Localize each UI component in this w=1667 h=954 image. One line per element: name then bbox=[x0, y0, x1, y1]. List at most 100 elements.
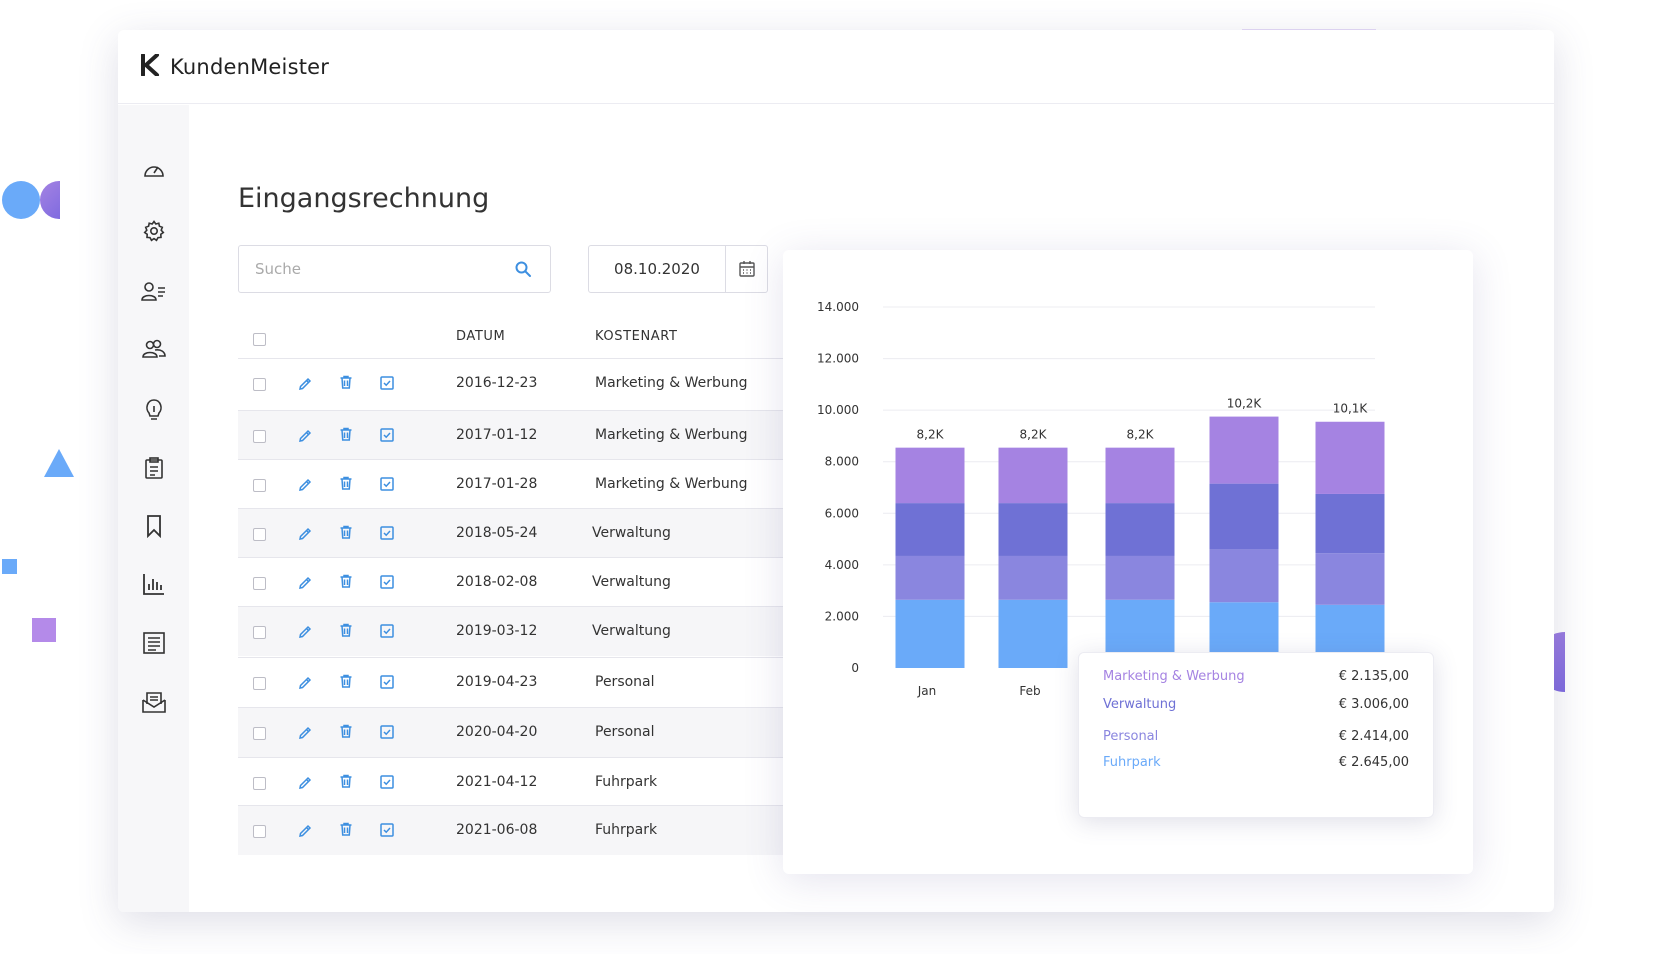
trash-icon[interactable] bbox=[338, 573, 354, 589]
edit-icon[interactable] bbox=[297, 725, 313, 741]
tooltip-series-value: € 3.006,00 bbox=[1338, 697, 1409, 712]
row-checkbox[interactable] bbox=[253, 577, 266, 590]
approve-checkbox-icon[interactable] bbox=[379, 774, 395, 790]
bar-segment-verwaltung[interactable] bbox=[1105, 503, 1175, 556]
approve-checkbox-icon[interactable] bbox=[379, 427, 395, 443]
edit-icon[interactable] bbox=[297, 575, 313, 591]
approve-checkbox-icon[interactable] bbox=[379, 574, 395, 590]
cell-date: 2019-03-12 bbox=[456, 623, 538, 639]
approve-checkbox-icon[interactable] bbox=[379, 375, 395, 391]
table-row[interactable]: 2021-04-12 Fuhrpark bbox=[238, 757, 838, 807]
trash-icon[interactable] bbox=[338, 723, 354, 739]
approve-checkbox-icon[interactable] bbox=[379, 476, 395, 492]
decor-blue-triangle bbox=[44, 449, 74, 477]
edit-icon[interactable] bbox=[297, 477, 313, 493]
row-checkbox[interactable] bbox=[253, 479, 266, 492]
trash-icon[interactable] bbox=[338, 673, 354, 689]
approve-checkbox-icon[interactable] bbox=[379, 724, 395, 740]
bar-segment-personal[interactable] bbox=[1315, 553, 1385, 605]
trash-icon[interactable] bbox=[338, 475, 354, 491]
table-row[interactable]: 2020-04-20 Personal bbox=[238, 707, 838, 757]
bar-segment-personal[interactable] bbox=[998, 555, 1068, 600]
edit-icon[interactable] bbox=[297, 624, 313, 640]
bar-total-label: 10,2K bbox=[1227, 397, 1263, 411]
tooltip-series-label: Marketing & Werbung bbox=[1103, 669, 1245, 684]
table-row[interactable]: 2018-05-24 Verwaltung bbox=[238, 508, 838, 558]
trash-icon[interactable] bbox=[338, 773, 354, 789]
row-checkbox[interactable] bbox=[253, 378, 266, 391]
row-checkbox[interactable] bbox=[253, 626, 266, 639]
sidebar-item-reports[interactable] bbox=[139, 569, 169, 599]
table-row[interactable]: 2018-02-08 Verwaltung bbox=[238, 557, 838, 607]
bar-segment-marketing-werbung[interactable] bbox=[1315, 421, 1385, 494]
edit-icon[interactable] bbox=[297, 675, 313, 691]
x-tick-label: Feb bbox=[1019, 684, 1040, 698]
logo[interactable]: KundenMeister bbox=[140, 53, 329, 80]
bar-segment-marketing-werbung[interactable] bbox=[895, 447, 965, 504]
bar-segment-personal[interactable] bbox=[1105, 555, 1175, 600]
date-filter[interactable]: 08.10.2020 bbox=[588, 245, 768, 293]
table-row[interactable]: 2021-06-08 Fuhrpark bbox=[238, 805, 838, 855]
row-checkbox[interactable] bbox=[253, 528, 266, 541]
table-row[interactable]: 2019-03-12 Verwaltung bbox=[238, 606, 838, 656]
sidebar-item-settings[interactable] bbox=[139, 216, 169, 246]
cell-date: 2019-04-23 bbox=[456, 674, 538, 690]
row-checkbox[interactable] bbox=[253, 430, 266, 443]
trash-icon[interactable] bbox=[338, 426, 354, 442]
bar-segment-verwaltung[interactable] bbox=[998, 503, 1068, 556]
edit-icon[interactable] bbox=[297, 376, 313, 392]
bar-segment-marketing-werbung[interactable] bbox=[1209, 416, 1279, 484]
trash-icon[interactable] bbox=[338, 622, 354, 638]
table-row[interactable]: 2017-01-28 Marketing & Werbung bbox=[238, 459, 838, 509]
edit-icon[interactable] bbox=[297, 526, 313, 542]
calendar-button[interactable] bbox=[726, 246, 767, 292]
sidebar-item-contacts[interactable] bbox=[139, 334, 169, 364]
row-checkbox[interactable] bbox=[253, 825, 266, 838]
table-row[interactable]: 2017-01-12 Marketing & Werbung bbox=[238, 410, 838, 460]
trash-icon[interactable] bbox=[338, 821, 354, 837]
approve-checkbox-icon[interactable] bbox=[379, 674, 395, 690]
chart-tooltip: Marketing & Werbung € 2.135,00 Verwaltung €… bbox=[1078, 652, 1434, 818]
edit-icon[interactable] bbox=[297, 823, 313, 839]
bar-segment-marketing-werbung[interactable] bbox=[1105, 447, 1175, 504]
page-title: Eingangsrechnung bbox=[238, 183, 490, 214]
edit-icon[interactable] bbox=[297, 775, 313, 791]
sidebar-item-ideas[interactable] bbox=[139, 395, 169, 425]
bar-segment-verwaltung[interactable] bbox=[1315, 493, 1385, 554]
column-header-cost-type[interactable]: KOSTENART bbox=[595, 329, 678, 344]
sidebar-item-customers[interactable] bbox=[139, 276, 169, 306]
mail-inbox-icon bbox=[142, 692, 166, 713]
tooltip-row: Personal € 2.414,00 bbox=[1103, 729, 1409, 744]
edit-icon[interactable] bbox=[297, 428, 313, 444]
sidebar-item-bookmarks[interactable] bbox=[139, 511, 169, 541]
bar-segment-fuhrpark[interactable] bbox=[895, 599, 965, 668]
trash-icon[interactable] bbox=[338, 374, 354, 390]
sidebar-item-mail[interactable] bbox=[139, 687, 169, 717]
table-row[interactable]: 2019-04-23 Personal bbox=[238, 657, 838, 707]
date-value[interactable]: 08.10.2020 bbox=[589, 246, 726, 292]
approve-checkbox-icon[interactable] bbox=[379, 525, 395, 541]
search-input[interactable] bbox=[255, 260, 505, 278]
search-box[interactable] bbox=[238, 245, 551, 293]
column-header-date[interactable]: DATUM bbox=[456, 329, 505, 344]
approve-checkbox-icon[interactable] bbox=[379, 822, 395, 838]
row-checkbox[interactable] bbox=[253, 727, 266, 740]
bar-segment-personal[interactable] bbox=[895, 555, 965, 600]
bar-segment-fuhrpark[interactable] bbox=[998, 599, 1068, 668]
bar-segment-verwaltung[interactable] bbox=[1209, 483, 1279, 550]
row-checkbox[interactable] bbox=[253, 677, 266, 690]
bar-segment-verwaltung[interactable] bbox=[895, 503, 965, 556]
row-checkbox[interactable] bbox=[253, 777, 266, 790]
approve-checkbox-icon[interactable] bbox=[379, 623, 395, 639]
bar-segment-marketing-werbung[interactable] bbox=[998, 447, 1068, 504]
table-row[interactable]: 2016-12-23 Marketing & Werbung bbox=[238, 358, 838, 408]
bookmark-icon bbox=[147, 515, 161, 538]
trash-icon[interactable] bbox=[338, 524, 354, 540]
search-icon[interactable] bbox=[514, 260, 532, 282]
y-tick-label: 2.000 bbox=[825, 609, 859, 623]
sidebar-item-tasks[interactable] bbox=[139, 453, 169, 483]
bar-segment-personal[interactable] bbox=[1209, 549, 1279, 603]
sidebar-item-documents[interactable] bbox=[139, 628, 169, 658]
sidebar-item-dashboard[interactable] bbox=[139, 155, 169, 185]
select-all-checkbox[interactable] bbox=[253, 333, 266, 346]
